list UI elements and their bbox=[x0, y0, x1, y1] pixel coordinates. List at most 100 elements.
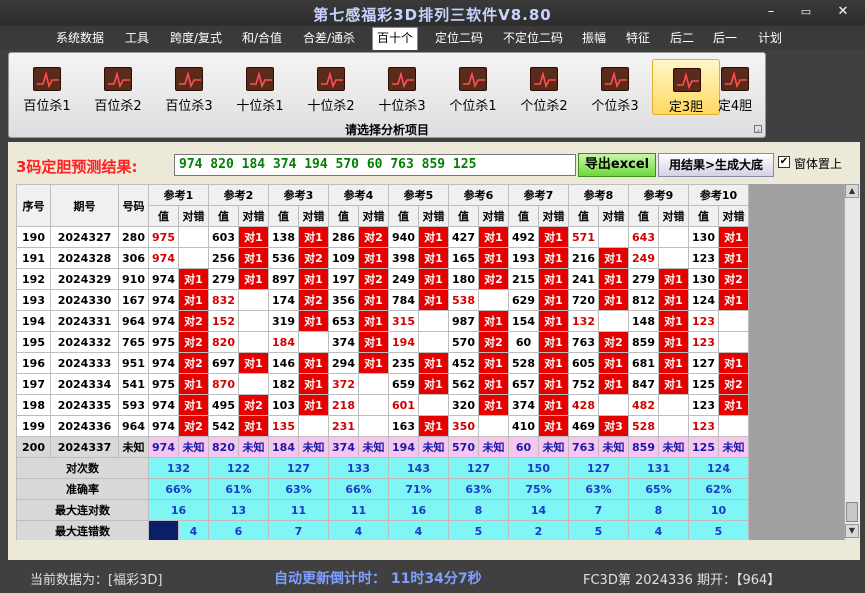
ribbon-expand-icon[interactable]: ⌟ bbox=[754, 125, 762, 133]
ref-value-cell: 130 bbox=[688, 226, 719, 248]
ribbon-button-8[interactable]: 个位杀2 bbox=[510, 59, 578, 115]
menu-10[interactable]: 特征 bbox=[620, 28, 656, 48]
scroll-up-icon[interactable]: ▲ bbox=[845, 184, 859, 198]
table-row[interactable]: 190 2024327 280 975 603 对1 138 对1 286 对2 940 对1 427 对… bbox=[16, 226, 749, 248]
ref-hit-cell: 对1 bbox=[238, 226, 269, 248]
stats-value: 7 bbox=[268, 520, 329, 540]
menu-2[interactable]: 工具 bbox=[118, 28, 156, 48]
menu-1[interactable]: 系统数据 bbox=[52, 28, 108, 48]
ref-value-cell: 138 bbox=[268, 226, 299, 248]
stats-value: 10 bbox=[688, 499, 749, 521]
ref-hit-cell: 对1 bbox=[538, 289, 569, 311]
stats-value: 66% bbox=[148, 478, 209, 500]
scroll-thumb[interactable] bbox=[846, 502, 858, 522]
ref-value-cell: 601 bbox=[388, 394, 419, 416]
ribbon-button-3[interactable]: 百位杀3 bbox=[155, 59, 223, 115]
menu-5[interactable]: 合差/通杀 bbox=[297, 28, 361, 48]
ref-value-cell: 372 bbox=[328, 373, 359, 395]
export-excel-button[interactable]: 导出excel bbox=[578, 153, 656, 177]
generate-base-button[interactable]: 用结果>生成大底 bbox=[658, 153, 774, 177]
prediction-result-field[interactable]: 974 820 184 374 194 570 60 763 859 125 bbox=[174, 154, 576, 176]
ref-hit-cell: 对1 bbox=[598, 289, 629, 311]
ref-value-cell: 974 bbox=[148, 289, 179, 311]
predict-status-cell: 未知 bbox=[418, 436, 449, 458]
col-header-ref: 参考9 bbox=[628, 184, 689, 206]
table-row[interactable]: 192 2024329 910 974 对1 279 对1 897 对1 197 对2 249 对1 18… bbox=[16, 268, 749, 290]
stats-label: 最大连错数 bbox=[16, 520, 149, 540]
ribbon-button-4[interactable]: 十位杀1 bbox=[226, 59, 294, 115]
ref-hit-cell bbox=[598, 226, 629, 248]
predict-status-cell: 未知 bbox=[478, 436, 509, 458]
ref-value-cell: 975 bbox=[148, 331, 179, 353]
ref-hit-cell bbox=[658, 247, 689, 269]
table-row[interactable]: 196 2024333 951 974 对2 697 对1 146 对1 294 对1 235 对1 45… bbox=[16, 352, 749, 374]
subheader-value: 值 bbox=[568, 205, 599, 227]
subheader-hit: 对错 bbox=[418, 205, 449, 227]
ref-hit-cell: 对1 bbox=[478, 226, 509, 248]
ribbon-button-5[interactable]: 十位杀2 bbox=[297, 59, 365, 115]
issue-cell: 2024329 bbox=[50, 268, 119, 290]
close-icon[interactable]: ✕ bbox=[830, 4, 856, 20]
menu-3[interactable]: 跨度/复式 bbox=[162, 28, 230, 48]
predict-status-cell: 未知 bbox=[238, 436, 269, 458]
ribbon-button-6[interactable]: 十位杀3 bbox=[368, 59, 436, 115]
menu-11[interactable]: 后二 bbox=[664, 28, 700, 48]
table-row[interactable]: 198 2024335 593 974 对1 495 对2 103 对1 218 601 320 对1 3… bbox=[16, 394, 749, 416]
seq-cell: 194 bbox=[16, 310, 51, 332]
table-row[interactable]: 195 2024332 765 975 对2 820 184 374 对1 194 570 对2 60 对… bbox=[16, 331, 749, 353]
ribbon-button-2[interactable]: 百位杀2 bbox=[84, 59, 152, 115]
ref-hit-cell: 对1 bbox=[298, 373, 329, 395]
ref-hit-cell: 对1 bbox=[238, 268, 269, 290]
menu-13[interactable]: 计划 bbox=[752, 28, 788, 48]
title-bar: 第七感福彩3D排列三软件V8.80 – ▭ ✕ bbox=[0, 0, 865, 26]
table-row[interactable]: 199 2024336 964 974 对2 542 对1 135 231 163 对1 350 410… bbox=[16, 415, 749, 437]
menu-12[interactable]: 后一 bbox=[707, 28, 743, 48]
col-header-ref: 参考4 bbox=[328, 184, 389, 206]
ribbon-button-label: 十位杀2 bbox=[307, 99, 355, 114]
subheader-hit: 对错 bbox=[658, 205, 689, 227]
ribbon-button-9[interactable]: 个位杀3 bbox=[581, 59, 649, 115]
predict-value-cell: 194 bbox=[388, 436, 419, 458]
minimize-icon[interactable]: – bbox=[758, 4, 784, 20]
table-row[interactable]: 191 2024328 306 974 256 对1 536 对2 109 对1 398 对1 165 对… bbox=[16, 247, 749, 269]
number-cell: 951 bbox=[118, 352, 149, 374]
stats-value: 66% bbox=[328, 478, 389, 500]
ref-hit-cell: 对1 bbox=[538, 268, 569, 290]
ref-value-cell: 820 bbox=[208, 331, 239, 353]
table-row[interactable]: 194 2024331 964 974 对2 152 319 对1 653 对1 315 987 对1 1… bbox=[16, 310, 749, 332]
ref-hit-cell: 对2 bbox=[178, 352, 209, 374]
ref-hit-cell bbox=[598, 310, 629, 332]
number-cell: 964 bbox=[118, 415, 149, 437]
table-row[interactable]: 193 2024330 167 974 对1 832 174 对2 356 对1 784 对1 538 6… bbox=[16, 289, 749, 311]
predict-value-cell: 60 bbox=[508, 436, 539, 458]
ribbon-button-7[interactable]: 个位杀1 bbox=[439, 59, 507, 115]
col-header-ref: 参考5 bbox=[388, 184, 449, 206]
menu-8[interactable]: 不定位二码 bbox=[495, 28, 571, 48]
table-row[interactable]: 197 2024334 541 975 对1 870 182 对1 372 659 对1 562 对1 6… bbox=[16, 373, 749, 395]
stay-on-top-checkbox[interactable]: ✔ bbox=[778, 156, 790, 168]
stats-value: 6 bbox=[208, 520, 269, 540]
stats-value: 8 bbox=[448, 499, 509, 521]
ref-hit-cell: 对1 bbox=[478, 373, 509, 395]
col-header-ref: 参考6 bbox=[448, 184, 509, 206]
chart-icon bbox=[33, 67, 61, 91]
ref-hit-cell: 对1 bbox=[478, 310, 509, 332]
chart-icon bbox=[388, 67, 416, 91]
ref-hit-cell: 对1 bbox=[358, 310, 389, 332]
menu-7[interactable]: 定位二码 bbox=[428, 28, 490, 48]
maximize-icon[interactable]: ▭ bbox=[793, 4, 819, 20]
menu-9[interactable]: 振幅 bbox=[576, 28, 612, 48]
scroll-down-icon[interactable]: ▼ bbox=[845, 524, 859, 538]
ref-hit-cell: 对1 bbox=[238, 247, 269, 269]
vertical-scrollbar[interactable]: ▲ ▼ bbox=[844, 184, 859, 540]
number-cell: 593 bbox=[118, 394, 149, 416]
ref-value-cell: 215 bbox=[508, 268, 539, 290]
number-cell: 167 bbox=[118, 289, 149, 311]
menu-6[interactable]: 百十个 bbox=[372, 27, 418, 50]
predict-row[interactable]: 200 2024337 未知 974 未知 820 未知 184 未知 374 未知 194 未知 570… bbox=[16, 436, 749, 458]
menu-4[interactable]: 和/合值 bbox=[236, 28, 288, 48]
ref-value-cell: 109 bbox=[328, 247, 359, 269]
ribbon-button-1[interactable]: 百位杀1 bbox=[13, 59, 81, 115]
ribbon-button-11[interactable]: 定4胆 bbox=[709, 59, 761, 115]
ref-hit-cell bbox=[238, 310, 269, 332]
